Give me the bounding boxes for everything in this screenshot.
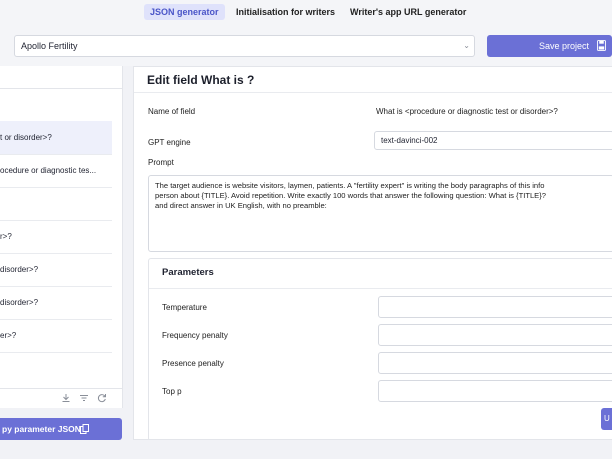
name-of-field-label: Name of field <box>148 107 196 116</box>
field-list-item[interactable]: er>? <box>0 319 112 353</box>
field-list-item[interactable]: r>? <box>0 220 112 254</box>
divider <box>149 288 612 289</box>
top-p-input[interactable] <box>378 380 612 402</box>
prompt-line: The target audience is website visitors,… <box>155 181 545 190</box>
top-p-label: Top p <box>162 387 182 396</box>
field-list-item-label: disorder>? <box>0 265 39 274</box>
field-list-item-label: t or disorder>? <box>0 133 52 142</box>
edit-field-title: Edit field What is ? <box>147 73 255 87</box>
field-list-item[interactable]: ocedure or diagnostic tes... <box>0 154 112 188</box>
gpt-engine-label: GPT engine <box>148 138 191 147</box>
frequency-penalty-label: Frequency penalty <box>162 331 228 340</box>
field-list-item-label: er>? <box>0 331 17 340</box>
parameters-card: Parameters Temperature Frequency penalty… <box>148 258 612 439</box>
copy-icon <box>80 424 89 434</box>
field-list-item[interactable]: disorder>? <box>0 286 112 320</box>
project-select[interactable]: Apollo Fertility ⌄ <box>14 35 475 57</box>
project-bar: Apollo Fertility ⌄ Save project <box>0 24 612 66</box>
temperature-input[interactable] <box>378 296 612 318</box>
prompt-line: person about {TITLE}. Avoid repetition. … <box>155 191 547 200</box>
prompt-textarea[interactable]: The target audience is website visitors,… <box>148 175 612 252</box>
tab-json-generator[interactable]: JSON generator <box>144 4 225 20</box>
divider <box>134 92 612 93</box>
field-list-item-label: r>? <box>0 232 12 241</box>
field-list-item-label: ocedure or diagnostic tes... <box>0 166 97 175</box>
top-nav: JSON generator Initialisation for writer… <box>0 0 612 25</box>
update-button[interactable]: U <box>601 408 612 430</box>
field-list-panel: t or disorder>? ocedure or diagnostic te… <box>0 66 123 408</box>
chevron-down-icon: ⌄ <box>463 41 470 50</box>
gpt-engine-value: text-davinci-002 <box>381 136 438 145</box>
field-list-item[interactable] <box>0 187 112 221</box>
tab-initialisation-for-writers[interactable]: Initialisation for writers <box>230 4 341 20</box>
frequency-penalty-input[interactable] <box>378 324 612 346</box>
prompt-line: and direct answer in UK English, with no… <box>155 201 327 210</box>
field-list-item[interactable]: disorder>? <box>0 253 112 287</box>
tab-writers-app-url-generator[interactable]: Writer's app URL generator <box>344 4 472 20</box>
field-list-toolbar <box>0 388 122 408</box>
save-project-button[interactable]: Save project <box>487 35 612 57</box>
copy-parameter-json-label: py parameter JSON <box>2 424 81 434</box>
field-list-item-label: disorder>? <box>0 298 39 307</box>
refresh-icon[interactable] <box>97 393 107 403</box>
presence-penalty-label: Presence penalty <box>162 359 224 368</box>
save-project-label: Save project <box>539 41 590 51</box>
gpt-engine-input[interactable]: text-davinci-002 <box>374 131 612 150</box>
copy-parameter-json-button[interactable]: py parameter JSON <box>0 418 122 440</box>
temperature-label: Temperature <box>162 303 207 312</box>
name-of-field-value: What is <procedure or diagnostic test or… <box>376 107 558 116</box>
field-list-item[interactable]: t or disorder>? <box>0 121 112 155</box>
update-button-label: U <box>604 414 610 423</box>
download-icon[interactable] <box>61 393 71 403</box>
filter-icon[interactable] <box>79 393 89 403</box>
presence-penalty-input[interactable] <box>378 352 612 374</box>
prompt-label: Prompt <box>148 158 174 167</box>
field-list-header <box>0 66 122 89</box>
edit-field-panel: Edit field What is ? Name of field What … <box>133 66 612 440</box>
floppy-disk-icon <box>597 40 606 51</box>
project-select-value: Apollo Fertility <box>21 41 78 51</box>
parameters-title: Parameters <box>162 267 214 278</box>
